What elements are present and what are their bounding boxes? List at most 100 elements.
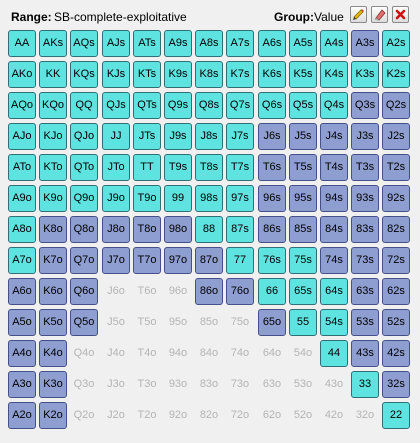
hand-cell[interactable]: 88: [195, 216, 223, 243]
hand-cell[interactable]: JTs: [133, 123, 161, 150]
hand-cell[interactable]: K3o: [39, 371, 67, 398]
hand-cell[interactable]: A7o: [8, 247, 36, 274]
hand-cell[interactable]: 98s: [195, 185, 223, 212]
hand-cell[interactable]: A3o: [8, 371, 36, 398]
hand-cell[interactable]: 22: [382, 402, 410, 429]
hand-cell[interactable]: KQo: [39, 92, 67, 119]
hand-cell[interactable]: Q2o: [70, 402, 98, 429]
hand-cell[interactable]: Q7o: [70, 247, 98, 274]
hand-cell[interactable]: AKs: [39, 30, 67, 57]
hand-cell[interactable]: KTs: [133, 61, 161, 88]
hand-cell[interactable]: 92o: [164, 402, 192, 429]
hand-cell[interactable]: 53o: [289, 371, 317, 398]
hand-cell[interactable]: JTo: [102, 154, 130, 181]
hand-cell[interactable]: 63s: [351, 278, 379, 305]
hand-cell[interactable]: 95o: [164, 309, 192, 336]
hand-cell[interactable]: T3o: [133, 371, 161, 398]
hand-cell[interactable]: QQ: [70, 92, 98, 119]
hand-cell[interactable]: 84s: [320, 216, 348, 243]
hand-cell[interactable]: AQs: [70, 30, 98, 57]
hand-cell[interactable]: 32o: [351, 402, 379, 429]
hand-cell[interactable]: Q3s: [351, 92, 379, 119]
hand-cell[interactable]: 99: [164, 185, 192, 212]
hand-cell[interactable]: 83s: [351, 216, 379, 243]
hand-cell[interactable]: Q4o: [70, 340, 98, 367]
hand-cell[interactable]: 96s: [258, 185, 286, 212]
hand-cell[interactable]: 54o: [289, 340, 317, 367]
hand-cell[interactable]: A4s: [320, 30, 348, 57]
hand-cell[interactable]: A7s: [226, 30, 254, 57]
hand-cell[interactable]: 74o: [226, 340, 254, 367]
hand-cell[interactable]: K5o: [39, 309, 67, 336]
hand-cell[interactable]: 74s: [320, 247, 348, 274]
hand-cell[interactable]: JJ: [102, 123, 130, 150]
hand-cell[interactable]: 86o: [195, 278, 223, 305]
hand-cell[interactable]: T9o: [133, 185, 161, 212]
hand-cell[interactable]: 83o: [195, 371, 223, 398]
hand-cell[interactable]: Q2s: [382, 92, 410, 119]
hand-cell[interactable]: TT: [133, 154, 161, 181]
hand-cell[interactable]: 65o: [258, 309, 286, 336]
hand-cell[interactable]: KK: [39, 61, 67, 88]
hand-cell[interactable]: J3s: [351, 123, 379, 150]
hand-cell[interactable]: KQs: [70, 61, 98, 88]
hand-cell[interactable]: T7s: [226, 154, 254, 181]
hand-cell[interactable]: AA: [8, 30, 36, 57]
hand-cell[interactable]: 76s: [258, 247, 286, 274]
hand-cell[interactable]: T4s: [320, 154, 348, 181]
hand-cell[interactable]: 85o: [195, 309, 223, 336]
hand-cell[interactable]: 75s: [289, 247, 317, 274]
hand-cell[interactable]: 54s: [320, 309, 348, 336]
hand-cell[interactable]: A8s: [195, 30, 223, 57]
hand-cell[interactable]: T9s: [164, 154, 192, 181]
hand-cell[interactable]: Q8s: [195, 92, 223, 119]
hand-cell[interactable]: J7o: [102, 247, 130, 274]
hand-cell[interactable]: T5o: [133, 309, 161, 336]
hand-cell[interactable]: J4o: [102, 340, 130, 367]
hand-cell[interactable]: T6s: [258, 154, 286, 181]
hand-cell[interactable]: Q9s: [164, 92, 192, 119]
hand-cell[interactable]: QJs: [102, 92, 130, 119]
hand-cell[interactable]: J9o: [102, 185, 130, 212]
hand-cell[interactable]: 94s: [320, 185, 348, 212]
hand-cell[interactable]: Q7s: [226, 92, 254, 119]
hand-cell[interactable]: K6o: [39, 278, 67, 305]
hand-cell[interactable]: QJo: [70, 123, 98, 150]
hand-cell[interactable]: J7s: [226, 123, 254, 150]
hand-cell[interactable]: 85s: [289, 216, 317, 243]
hand-cell[interactable]: 98o: [164, 216, 192, 243]
hand-cell[interactable]: 53s: [351, 309, 379, 336]
hand-cell[interactable]: J5s: [289, 123, 317, 150]
hand-cell[interactable]: QTo: [70, 154, 98, 181]
hand-cell[interactable]: Q6o: [70, 278, 98, 305]
hand-cell[interactable]: Q6s: [258, 92, 286, 119]
hand-cell[interactable]: K9s: [164, 61, 192, 88]
hand-cell[interactable]: 32s: [382, 371, 410, 398]
hand-cell[interactable]: 95s: [289, 185, 317, 212]
hand-cell[interactable]: J3o: [102, 371, 130, 398]
hand-cell[interactable]: KJs: [102, 61, 130, 88]
hand-cell[interactable]: 44: [320, 340, 348, 367]
hand-cell[interactable]: K8s: [195, 61, 223, 88]
hand-cell[interactable]: Q5s: [289, 92, 317, 119]
hand-cell[interactable]: 66: [258, 278, 286, 305]
hand-cell[interactable]: K9o: [39, 185, 67, 212]
hand-cell[interactable]: T6o: [133, 278, 161, 305]
hand-cell[interactable]: 93s: [351, 185, 379, 212]
hand-cell[interactable]: AQo: [8, 92, 36, 119]
hand-cell[interactable]: 73o: [226, 371, 254, 398]
hand-cell[interactable]: 96o: [164, 278, 192, 305]
hand-cell[interactable]: 64o: [258, 340, 286, 367]
hand-cell[interactable]: J2o: [102, 402, 130, 429]
hand-cell[interactable]: A5s: [289, 30, 317, 57]
hand-cell[interactable]: ATs: [133, 30, 161, 57]
hand-cell[interactable]: AJs: [102, 30, 130, 57]
hand-cell[interactable]: 87o: [195, 247, 223, 274]
hand-cell[interactable]: KTo: [39, 154, 67, 181]
hand-cell[interactable]: A6o: [8, 278, 36, 305]
hand-cell[interactable]: J6s: [258, 123, 286, 150]
clear-button[interactable]: [371, 6, 388, 23]
hand-cell[interactable]: 93o: [164, 371, 192, 398]
hand-cell[interactable]: 52o: [289, 402, 317, 429]
hand-cell[interactable]: AJo: [8, 123, 36, 150]
